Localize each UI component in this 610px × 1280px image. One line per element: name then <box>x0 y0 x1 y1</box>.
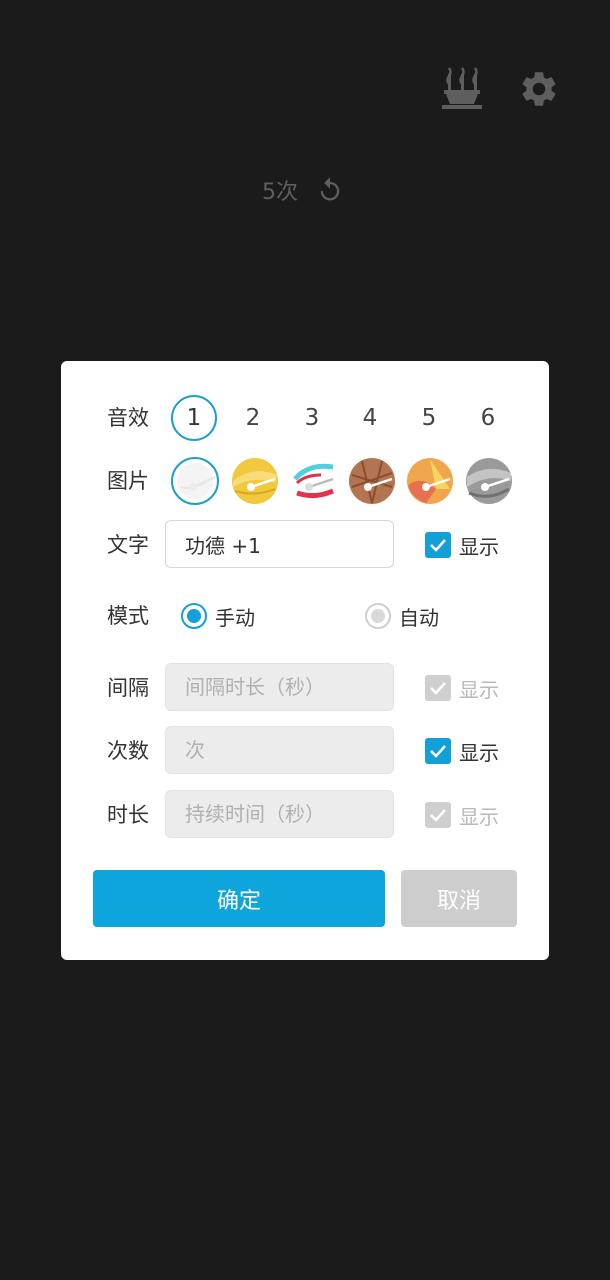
grey-woodfish-option[interactable] <box>465 457 513 505</box>
radio-selected-icon <box>181 603 207 629</box>
duration-show-label: 显示 <box>459 804 499 829</box>
count-input[interactable] <box>165 726 394 774</box>
interval-input[interactable] <box>165 663 394 711</box>
settings-dialog: 音效 1 2 3 4 5 6 图片 文字 功德 +1 显示 模式 手动 自动 间… <box>61 361 549 960</box>
text-input[interactable] <box>165 520 394 568</box>
sound-option-6[interactable]: 6 <box>465 395 511 441</box>
sound-option-3[interactable]: 3 <box>289 395 335 441</box>
text-label: 文字 <box>107 533 149 557</box>
checkbox-checked-icon <box>425 532 451 558</box>
radio-unselected-icon <box>365 603 391 629</box>
reset-icon[interactable] <box>316 176 344 204</box>
text-show-checkbox[interactable]: 显示 <box>425 531 499 559</box>
cancel-button[interactable]: 取消 <box>401 870 517 927</box>
mode-auto-radio[interactable]: 自动 <box>365 601 439 631</box>
duration-label: 时长 <box>107 803 149 827</box>
white-woodfish-option[interactable] <box>171 457 219 505</box>
sound-option-1[interactable]: 1 <box>171 395 217 441</box>
sound-label: 音效 <box>107 406 149 430</box>
checkbox-checked-icon <box>425 802 451 828</box>
sound-option-4[interactable]: 4 <box>347 395 393 441</box>
interval-show-checkbox[interactable]: 显示 <box>425 674 499 702</box>
interval-label: 间隔 <box>107 676 149 700</box>
red-cyan-woodfish-option[interactable] <box>289 457 337 505</box>
gear-icon[interactable] <box>518 68 560 110</box>
counter-text: 5次 <box>262 180 298 205</box>
duration-show-checkbox[interactable]: 显示 <box>425 801 499 829</box>
count-show-label: 显示 <box>459 740 499 765</box>
duration-input[interactable] <box>165 790 394 838</box>
incense-burner-icon[interactable] <box>440 64 484 112</box>
mode-label: 模式 <box>107 604 149 628</box>
mode-manual-radio[interactable]: 手动 <box>181 601 255 631</box>
orange-woodfish-option[interactable] <box>406 457 454 505</box>
interval-show-label: 显示 <box>459 677 499 702</box>
count-show-checkbox[interactable]: 显示 <box>425 737 499 765</box>
checkbox-checked-icon <box>425 675 451 701</box>
text-show-label: 显示 <box>459 534 499 559</box>
mode-manual-label: 手动 <box>215 605 255 630</box>
sound-option-2[interactable]: 2 <box>230 395 276 441</box>
mode-auto-label: 自动 <box>399 605 439 630</box>
confirm-button[interactable]: 确定 <box>93 870 385 927</box>
count-label: 次数 <box>107 739 149 763</box>
image-label: 图片 <box>107 469 149 493</box>
brown-woodfish-option[interactable] <box>348 457 396 505</box>
checkbox-checked-icon <box>425 738 451 764</box>
counter: 5次 <box>262 170 344 210</box>
sound-option-5[interactable]: 5 <box>406 395 452 441</box>
yellow-woodfish-option[interactable] <box>231 457 279 505</box>
